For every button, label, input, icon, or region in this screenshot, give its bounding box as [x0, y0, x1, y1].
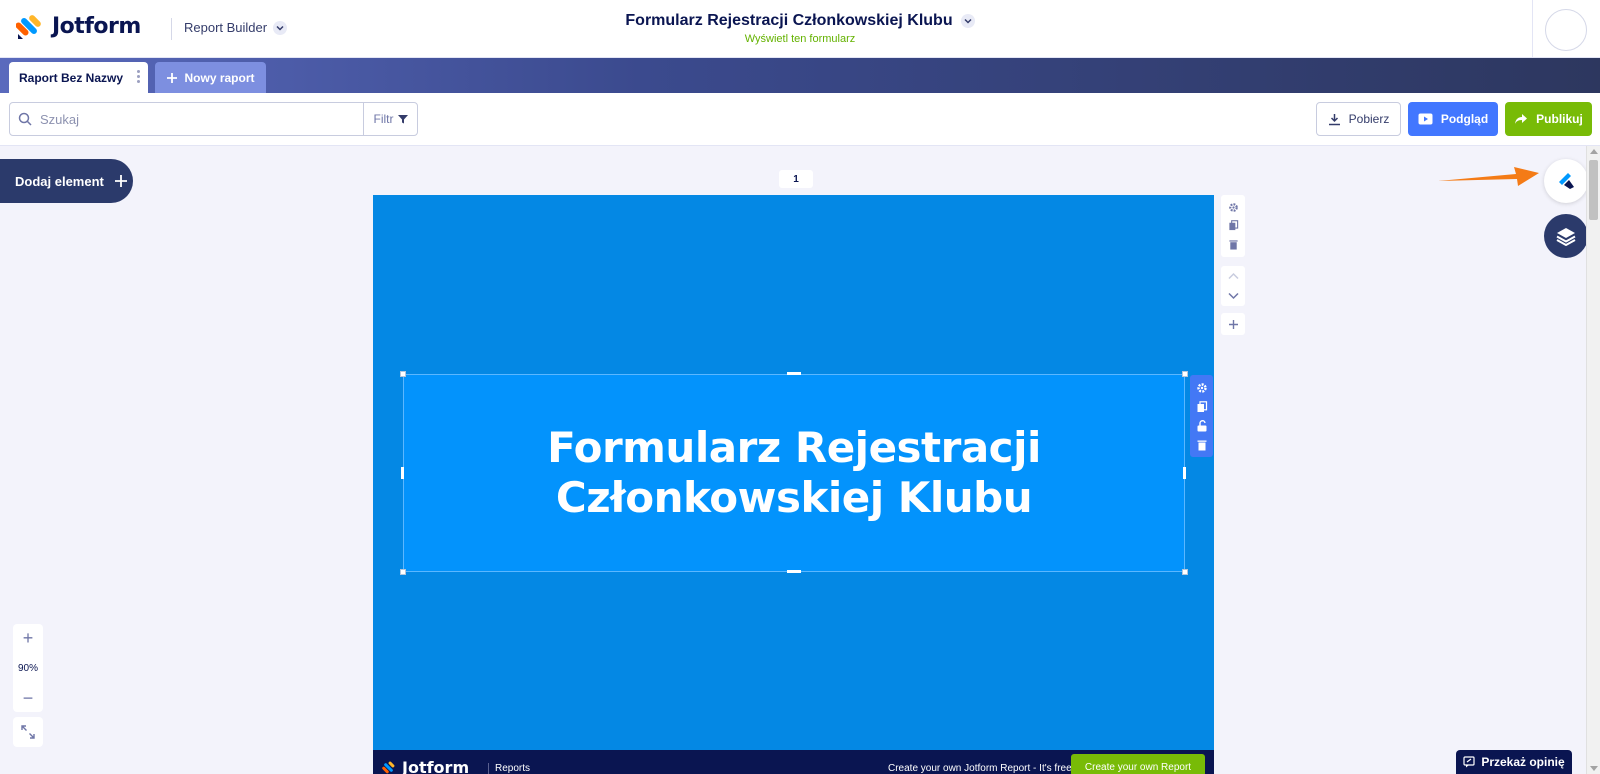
brand-name: Jotform	[52, 13, 141, 39]
vertical-scrollbar[interactable]	[1586, 146, 1600, 774]
jotform-logo[interactable]: Jotform	[16, 12, 141, 40]
avatar[interactable]	[1545, 9, 1587, 51]
fit-to-screen-button[interactable]	[13, 717, 43, 747]
expand-icon	[21, 725, 35, 739]
app-header: Jotform Report Builder Formularz Rejestr…	[0, 0, 1600, 58]
search-icon	[10, 112, 40, 126]
design-button[interactable]	[1544, 159, 1586, 203]
chevron-down-icon	[960, 14, 975, 28]
chevron-down-icon[interactable]	[1227, 292, 1239, 300]
copy-icon[interactable]	[1228, 220, 1239, 231]
tab-untitled-report[interactable]: Raport Bez Nazwy	[9, 62, 148, 93]
report-tabs: Raport Bez Nazwy Nowy raport	[0, 58, 1600, 93]
chevron-up-icon[interactable]	[1227, 272, 1239, 280]
share-arrow-icon	[1515, 114, 1528, 124]
zoom-level: 90%	[17, 662, 38, 674]
copy-icon[interactable]	[1196, 400, 1208, 413]
page-move-toolbar	[1221, 266, 1245, 306]
play-icon	[1418, 113, 1433, 125]
title-text-element[interactable]: Formularz Rejestracji Członkowskiej Klub…	[403, 374, 1185, 572]
footer-reports: Reports	[488, 763, 530, 774]
resize-handle[interactable]	[1182, 569, 1188, 575]
footer-cta-text: Create your own Jotform Report - It's fr…	[888, 763, 1072, 774]
form-title: Formularz Rejestracji Członkowskiej Klub…	[625, 12, 953, 29]
trash-icon[interactable]	[1228, 239, 1239, 250]
add-element-label: Dodaj element	[15, 173, 104, 189]
page-toolbar	[1221, 195, 1245, 257]
zoom-control: + 90% −	[13, 624, 43, 712]
feedback-button[interactable]: Przekaż opinię	[1456, 750, 1572, 774]
plus-icon	[1228, 319, 1238, 329]
page-footer: Jotform Reports Create your own Jotform …	[373, 750, 1214, 774]
canvas-area: Dodaj element 1 Formularz Rejestracji Cz…	[0, 146, 1586, 774]
user-area	[1532, 0, 1600, 58]
new-report-label: Nowy raport	[184, 70, 255, 85]
plus-icon	[114, 175, 127, 187]
resize-handle[interactable]	[401, 467, 404, 479]
page-number: 1	[779, 170, 813, 188]
logo-divider	[171, 18, 172, 40]
resize-handle[interactable]	[400, 569, 406, 575]
jotform-logo-icon	[16, 15, 41, 39]
preview-button[interactable]: Podgląd	[1408, 102, 1498, 136]
footer-brand: Jotform	[402, 758, 470, 774]
layers-button[interactable]	[1544, 214, 1586, 258]
zoom-out-button[interactable]: −	[23, 688, 34, 708]
new-report-tab[interactable]: Nowy raport	[155, 62, 266, 93]
chevron-down-icon	[273, 20, 288, 35]
product-name: Report Builder	[184, 20, 268, 35]
plus-icon	[167, 72, 178, 83]
publish-button[interactable]: Publikuj	[1505, 102, 1592, 136]
resize-handle[interactable]	[1183, 467, 1186, 479]
arrow-annotation-icon	[1438, 167, 1539, 186]
scroll-thumb[interactable]	[1589, 160, 1598, 220]
form-title-dropdown[interactable]: Formularz Rejestracji Członkowskiej Klub…	[625, 12, 975, 30]
resize-handle[interactable]	[1182, 371, 1188, 377]
layers-icon	[1556, 228, 1576, 246]
preview-label: Podgląd	[1440, 112, 1489, 126]
jotform-logo-icon	[382, 761, 395, 773]
report-page[interactable]: Formularz Rejestracji Członkowskiej Klub…	[373, 195, 1214, 774]
gear-icon[interactable]	[1196, 382, 1208, 394]
resize-handle[interactable]	[787, 570, 801, 573]
feedback-icon	[1463, 756, 1475, 768]
form-title-area: Formularz Rejestracji Członkowskiej Klub…	[540, 12, 1060, 45]
scroll-down-icon[interactable]	[1590, 766, 1598, 771]
title-text: Formularz Rejestracji Członkowskiej Klub…	[547, 422, 1041, 522]
search-input[interactable]	[40, 104, 360, 134]
more-vertical-icon[interactable]	[137, 70, 140, 83]
feedback-label: Przekaż opinię	[1481, 755, 1565, 769]
paint-brush-icon	[1559, 173, 1574, 189]
scroll-up-icon[interactable]	[1590, 149, 1598, 154]
add-element-button[interactable]: Dodaj element	[0, 159, 133, 203]
create-report-button[interactable]: Create your own Report	[1071, 754, 1205, 774]
filter-icon	[397, 115, 408, 124]
resize-handle[interactable]	[400, 371, 406, 377]
search-box: Filtr	[9, 102, 418, 136]
view-form-link[interactable]: Wyświetl ten formularz	[540, 33, 1060, 45]
add-page-button[interactable]	[1221, 313, 1245, 335]
trash-icon[interactable]	[1196, 439, 1208, 451]
unlock-icon[interactable]	[1196, 419, 1208, 432]
resize-handle[interactable]	[787, 372, 801, 375]
tab-label: Raport Bez Nazwy	[19, 70, 124, 85]
toolbar: Filtr Pobierz Podgląd Publikuj	[0, 93, 1600, 146]
download-label: Pobierz	[1348, 112, 1390, 126]
publish-label: Publikuj	[1536, 112, 1583, 126]
gear-icon[interactable]	[1228, 202, 1239, 213]
filter-label: Filtr	[373, 112, 394, 126]
download-icon	[1328, 113, 1340, 125]
footer-logo: Jotform	[382, 758, 469, 774]
product-switcher[interactable]: Report Builder	[184, 20, 288, 35]
zoom-in-button[interactable]: +	[23, 628, 34, 648]
element-toolbar	[1190, 375, 1213, 457]
filter-button[interactable]: Filtr	[363, 103, 417, 135]
download-button[interactable]: Pobierz	[1316, 102, 1401, 136]
